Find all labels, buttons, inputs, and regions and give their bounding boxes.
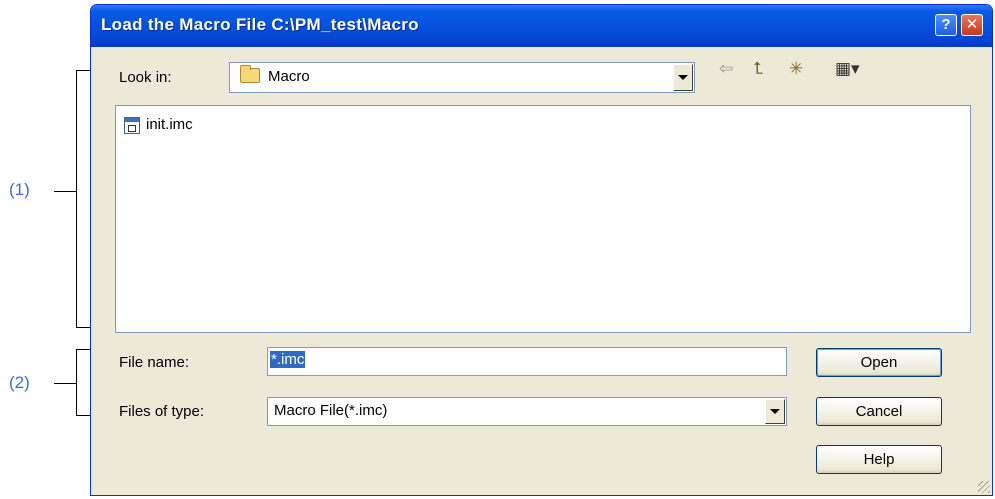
up-one-level-icon[interactable]: ⮤ — [753, 59, 763, 79]
file-item-name: init.imc — [146, 116, 193, 133]
new-folder-icon[interactable]: ✳ — [789, 59, 803, 79]
cancel-button-label: Cancel — [855, 403, 903, 420]
view-menu-icon[interactable]: ▦▾ — [835, 59, 860, 79]
load-macro-dialog: Load the Macro File C:\PM_test\Macro ? ✕… — [90, 4, 993, 496]
files-of-type-value: Macro File(*.imc) — [274, 402, 388, 419]
callout-leader-2 — [54, 383, 76, 384]
files-of-type-dropdown[interactable]: Macro File(*.imc) — [267, 397, 787, 426]
chevron-down-icon — [678, 75, 688, 80]
help-title-button[interactable]: ? — [935, 14, 957, 36]
chevron-down-icon — [770, 409, 780, 414]
dialog-title: Load the Macro File C:\PM_test\Macro — [101, 15, 419, 34]
callout-label-2: (2) — [9, 373, 30, 392]
files-of-type-label: Files of type: — [119, 403, 205, 420]
help-button-label: Help — [863, 451, 895, 468]
look-in-dropdown[interactable]: Macro — [229, 62, 695, 93]
callout-bracket-1 — [76, 70, 77, 328]
look-in-value: Macro — [268, 68, 310, 85]
macro-file-icon — [124, 117, 140, 134]
close-button[interactable]: ✕ — [961, 14, 983, 36]
resize-grip[interactable] — [978, 481, 990, 493]
callout-bracket-2 — [76, 349, 77, 416]
file-list[interactable]: init.imc — [115, 105, 971, 333]
file-name-label: File name: — [119, 354, 190, 371]
help-button[interactable]: Help — [816, 445, 942, 474]
file-name-input[interactable]: *.imc — [267, 347, 787, 376]
back-arrow-icon[interactable]: ⇦ — [719, 59, 733, 79]
cancel-button[interactable]: Cancel — [816, 397, 942, 426]
open-button[interactable]: Open — [816, 348, 942, 377]
files-of-type-dropdown-button[interactable] — [765, 399, 785, 424]
look-in-label: Look in: — [119, 69, 172, 86]
callout-label-1: (1) — [9, 180, 30, 199]
callout-leader-1 — [54, 191, 76, 192]
file-name-value: *.imc — [270, 351, 306, 368]
folder-icon — [240, 65, 260, 83]
look-in-dropdown-button[interactable] — [673, 64, 693, 91]
open-button-label: Open — [860, 354, 898, 371]
title-bar[interactable]: Load the Macro File C:\PM_test\Macro ? ✕ — [91, 5, 992, 47]
